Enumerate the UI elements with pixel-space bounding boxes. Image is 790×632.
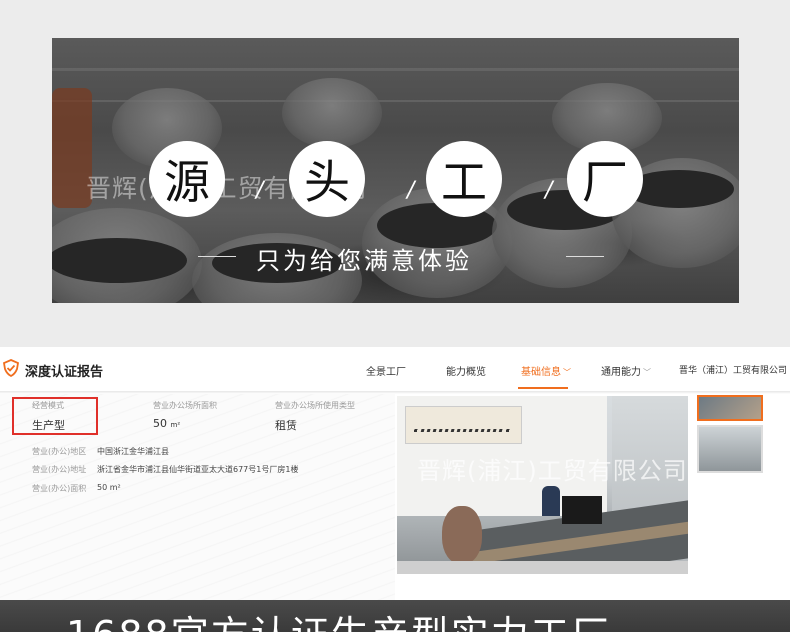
factory-banner: 晋辉(浦江)工贸有限公司 源 / 头 / 工 / 厂 只为给您满意体验 [52,38,739,303]
chevron-down-icon: ﹀ [563,368,571,377]
title-slash: / [407,178,415,203]
tank-shape [282,78,382,148]
watermark-text: 晋辉(浦江)工贸有限公司 [417,457,688,485]
nav-tab-capability[interactable]: 通用能力 ﹀ [601,363,651,378]
bottom-banner-text: 1688官方认证生产型实力工厂 [66,604,611,632]
row-value: 浙江省金华市浦江县仙华街道亚太大道677号1号厂房1楼 [97,465,299,474]
monitor [562,496,602,524]
subtitle-text: 只为给您满意体验 [256,247,472,275]
report-navbar: 深度认证报告 全景工厂 能力概览 基础信息 ﹀ 通用能力 ﹀ 晋华（浦江）工贸有限公… [0,347,790,391]
title-circle-3: 工 [426,141,502,217]
photo-thumbnail-active[interactable] [697,395,763,421]
title-circle-2: 头 [289,141,365,217]
nav-tab-label: 通用能力 [601,367,641,378]
nav-tab-label: 基础信息 [521,367,561,378]
active-tab-indicator [518,387,568,389]
subtitle-right-line [566,256,604,257]
calligraphy-scroll [405,406,522,444]
row-label: 营业(办公)面积 [32,484,87,493]
report-title: 深度认证报告 [25,365,104,380]
person [542,486,560,516]
area-number: 50 [153,417,167,430]
row-label: 营业(办公)地区 [32,447,87,456]
row-label: 营业(办公)地址 [32,465,87,474]
field-label: 营业办公场所面积 [153,401,217,410]
title-slash: / [545,178,553,203]
company-name[interactable]: 晋华（浦江）工贸有限公司 [679,363,787,376]
title-slash: / [256,178,264,203]
plush-toy [442,506,482,564]
field-value: 租赁 [275,419,297,432]
certification-panel: 深度认证报告 全景工厂 能力概览 基础信息 ﹀ 通用能力 ﹀ 晋华（浦江）工贸有限公… [0,347,790,604]
bottom-banner: 1688官方认证生产型实力工厂 [0,600,790,632]
field-label: 营业办公场所使用类型 [275,401,355,410]
nav-tab-panorama[interactable]: 全景工厂 [366,363,406,378]
shield-check-icon [2,359,20,377]
highlight-box [12,397,98,435]
subtitle-left-line [198,256,236,257]
title-circle-1: 源 [149,141,225,217]
row-value: 50 m² [97,483,121,492]
tank-opening [52,238,187,283]
photo-thumbnail[interactable] [697,425,763,473]
area-unit: m² [170,421,181,429]
nav-tab-overview[interactable]: 能力概览 [446,363,486,378]
row-value: 中国浙江金华浦江县 [97,447,169,456]
title-circle-4: 厂 [567,141,643,217]
field-value: 50 m² [153,417,180,430]
chevron-down-icon: ﹀ [643,368,651,377]
factory-rail [52,68,739,71]
nav-tab-basic-info[interactable]: 基础信息 ﹀ [521,363,571,378]
office-floor [397,561,688,574]
